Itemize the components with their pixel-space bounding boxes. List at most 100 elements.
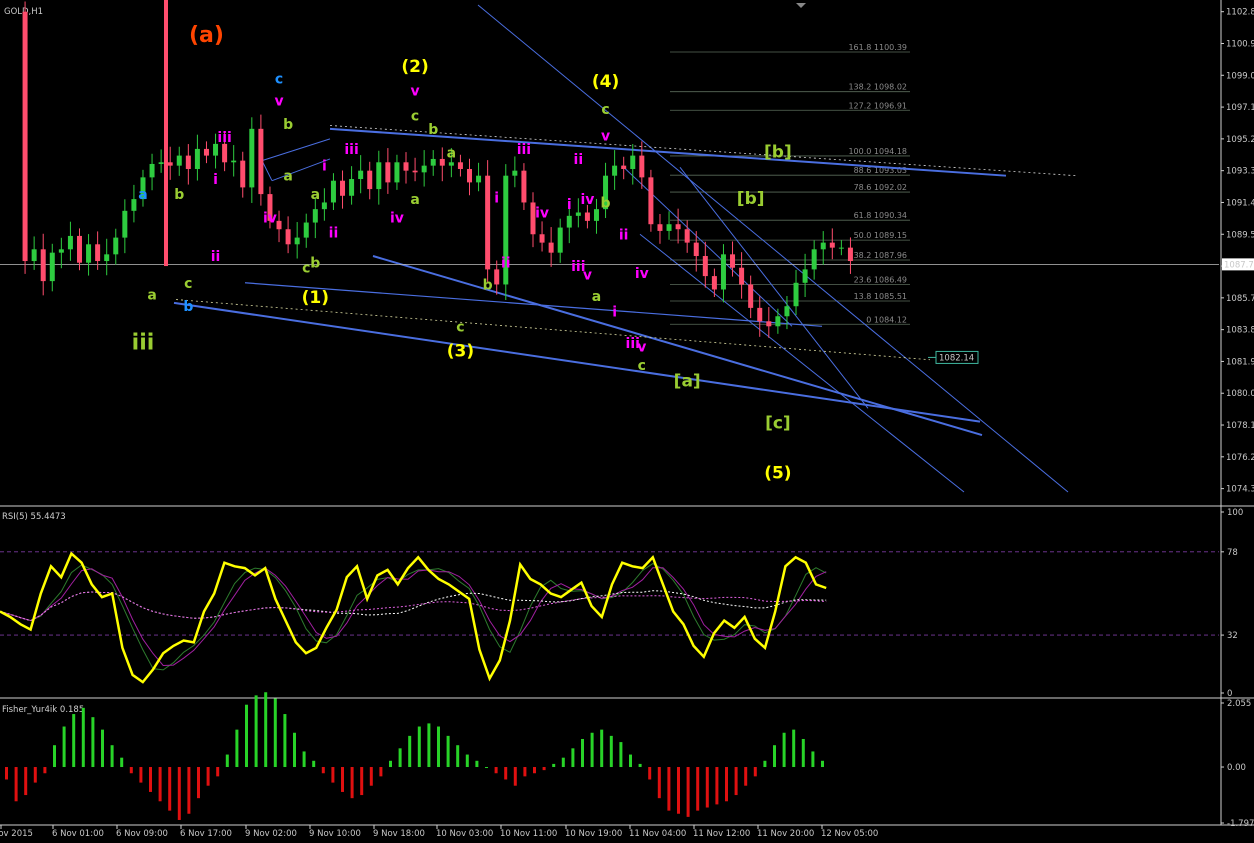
time-tick-label: 10 Nov 19:00: [565, 829, 622, 839]
fib-level-label: 138.2 1098.02: [848, 83, 907, 92]
fisher-bar: [619, 742, 623, 768]
price-tick-label: 1085.7: [1226, 294, 1254, 304]
time-tick-label: 9 Nov 18:00: [373, 829, 425, 839]
fib-level-label: 100.0 1094.18: [848, 147, 907, 156]
candle: [593, 209, 599, 221]
fisher-bar: [312, 760, 316, 768]
candle: [203, 148, 209, 156]
background: [0, 0, 1254, 843]
fisher-title: Fisher_Yur4ik 0.185: [2, 705, 84, 715]
candle: [693, 242, 699, 257]
wave-label: iii: [132, 331, 155, 356]
candle: [639, 155, 645, 178]
target-price-label: 1082.14: [939, 353, 974, 363]
fisher-bar: [369, 767, 373, 786]
fisher-bar: [62, 726, 66, 768]
candle: [494, 269, 500, 285]
fisher-bar: [504, 767, 508, 780]
fisher-bar: [600, 729, 604, 768]
candle: [702, 256, 708, 277]
wave-label: b: [601, 195, 611, 211]
fisher-bar: [465, 754, 469, 768]
candle: [847, 247, 853, 262]
candle: [811, 249, 817, 270]
wave-label: b: [428, 122, 438, 138]
wave-label: (5): [764, 464, 791, 484]
wave-label: (2): [401, 57, 428, 77]
fisher-bar: [129, 767, 133, 774]
price-tick-label: 1102.8: [1226, 8, 1254, 18]
fisher-bar: [782, 732, 786, 768]
price-tick-label: 1089.5: [1226, 230, 1254, 240]
fisher-bar: [379, 767, 383, 777]
wave-label: a: [283, 169, 292, 185]
candle: [684, 229, 690, 243]
candle: [838, 247, 844, 249]
fisher-bar: [629, 754, 632, 768]
fisher-bar: [801, 738, 805, 768]
wave-label: b: [174, 187, 184, 203]
candle: [164, 0, 168, 267]
fisher-bar: [360, 767, 364, 796]
candle: [439, 158, 445, 166]
fisher-bar: [571, 748, 575, 768]
fisher-bar: [81, 707, 85, 768]
wave-label: ii: [619, 227, 629, 243]
candle: [566, 215, 572, 228]
candle: [276, 220, 282, 230]
fib-level-label: 13.8 1085.51: [854, 292, 907, 301]
wave-label: (4): [592, 72, 619, 92]
fisher-bar: [485, 767, 488, 769]
wave-label: iii: [344, 142, 358, 158]
fisher-bar: [811, 751, 815, 768]
price-tick-label: 1095.2: [1226, 135, 1254, 145]
fisher-bar: [5, 767, 8, 780]
wave-label: ii: [574, 152, 584, 168]
wave-label: iv: [390, 211, 404, 227]
candle: [575, 212, 581, 216]
fisher-tick-label: -1.797: [1227, 819, 1254, 829]
price-tick-label: 1100.9: [1226, 39, 1254, 49]
fisher-bar: [14, 767, 18, 802]
wave-label: c: [601, 102, 609, 118]
candle: [349, 179, 355, 196]
fisher-bar: [350, 767, 354, 799]
fisher-bar: [763, 760, 767, 768]
time-tick-label: 10 Nov 11:00: [500, 829, 557, 839]
rsi-tick-label: 78: [1227, 548, 1238, 558]
candle: [376, 162, 382, 190]
candle: [113, 237, 119, 255]
fisher-bar: [293, 732, 296, 768]
candle: [648, 177, 654, 225]
candle: [167, 162, 173, 166]
fisher-bar: [43, 767, 47, 774]
candle: [158, 162, 164, 164]
fisher-bar: [475, 760, 479, 768]
candle: [403, 162, 409, 171]
candle: [258, 128, 264, 195]
candle: [76, 235, 82, 263]
price-tick-label: 1080.0: [1226, 389, 1254, 399]
fisher-bar: [542, 767, 546, 771]
candle: [720, 254, 726, 290]
fisher-tick-label: 2.055: [1227, 699, 1251, 709]
candle: [340, 180, 346, 196]
fisher-bar: [120, 757, 124, 768]
fib-level-label: 38.2 1087.96: [854, 251, 907, 260]
fisher-bar: [302, 751, 306, 768]
time-tick-label: 12 Nov 05:00: [821, 829, 878, 839]
candle: [766, 321, 772, 327]
wave-label: i: [213, 172, 218, 188]
price-tick-label: 1097.1: [1226, 103, 1254, 113]
candle: [95, 244, 101, 262]
fisher-bar: [437, 726, 440, 768]
candle: [31, 249, 37, 262]
wave-label: a: [138, 187, 147, 203]
wave-label: iv: [263, 211, 277, 227]
candle: [86, 244, 92, 263]
time-tick-label: 9 Nov 02:00: [245, 829, 297, 839]
rsi-tick-label: 100: [1227, 508, 1243, 518]
current-price-label: 1087.7: [1224, 260, 1254, 270]
candle: [757, 307, 763, 322]
fib-level-label: 78.6 1092.02: [854, 183, 907, 192]
